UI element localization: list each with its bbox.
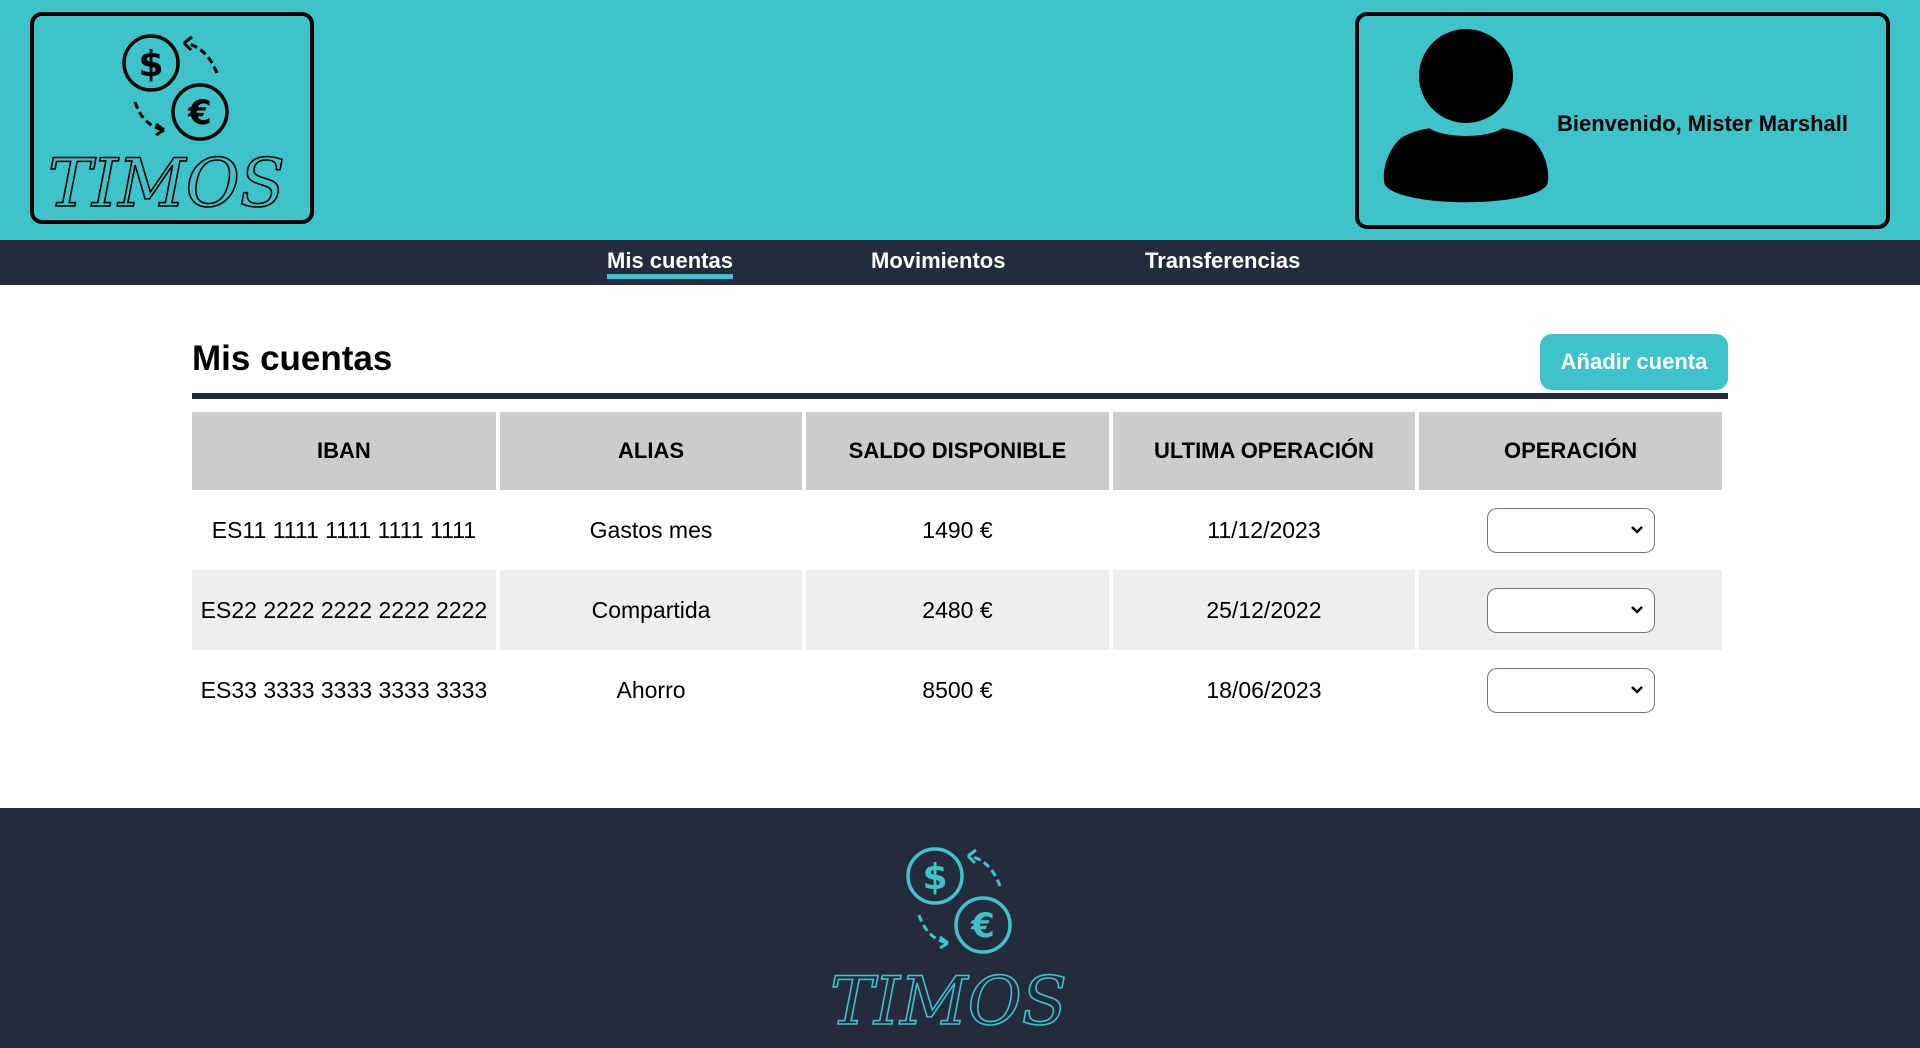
page-title: Mis cuentas — [192, 339, 393, 378]
cell-saldo: 8500 € — [922, 676, 993, 703]
welcome-message: Bienvenido, Mister Marshall — [1557, 111, 1848, 136]
title-divider — [192, 393, 1728, 399]
cell-ultima-operacion: 18/06/2023 — [1206, 676, 1322, 703]
cell-iban: ES22 2222 2222 2222 2222 — [192, 570, 496, 650]
column-header-ultima-operacion: ULTIMA OPERACIÓN — [1112, 412, 1416, 490]
footer-brand-wordmark: TIMOS — [830, 963, 1067, 1038]
table-header-row: IBAN ALIAS SALDO DISPONIBLE ULTIMA OPERA… — [192, 412, 1722, 490]
operation-select[interactable] — [1486, 507, 1655, 553]
nav-item-mis-cuentas[interactable]: Mis cuentas — [607, 248, 733, 279]
table-row: ES33 3333 3333 3333 3333 Ahorro 8500 € 1… — [192, 650, 1722, 730]
footer-logo: $ € TIMOS — [829, 847, 1068, 1038]
nav-item-transferencias[interactable]: Transferencias — [1145, 248, 1300, 274]
svg-text:$: $ — [138, 44, 163, 85]
svg-text:€: € — [187, 93, 212, 133]
column-header-alias: ALIAS — [499, 412, 803, 490]
svg-text:$: $ — [922, 857, 947, 898]
svg-text:€: € — [970, 906, 995, 946]
cell-saldo: 1490 € — [922, 516, 993, 543]
column-header-iban: IBAN — [192, 412, 496, 490]
currency-exchange-icon: $ € — [906, 847, 1012, 954]
cell-operacion — [1419, 570, 1722, 650]
user-silhouette-icon[interactable] — [1381, 28, 1551, 210]
cell-saldo: 2480 € — [806, 570, 1109, 650]
cell-ultima-operacion: 25/12/2022 — [1112, 570, 1416, 650]
user-panel: Bienvenido, Mister Marshall — [1355, 12, 1890, 229]
cell-operacion — [1419, 490, 1722, 570]
cell-iban: ES11 1111 1111 1111 1111 — [211, 516, 477, 543]
column-header-operacion: OPERACIÓN — [1419, 412, 1722, 490]
operation-select[interactable] — [1486, 667, 1655, 713]
cell-operacion — [1419, 650, 1722, 730]
table-row: ES11 1111 1111 1111 1111 Gastos mes 1490… — [192, 490, 1722, 570]
cell-alias: Ahorro — [616, 676, 686, 703]
cell-ultima-operacion: 11/12/2023 — [1207, 516, 1321, 543]
operation-select[interactable] — [1486, 587, 1655, 633]
main-nav: Mis cuentas Movimientos Transferencias — [0, 240, 1920, 285]
add-account-button[interactable]: Añadir cuenta — [1540, 334, 1728, 390]
chevron-down-icon — [1630, 685, 1643, 694]
logo[interactable]: $ € TIMOS — [30, 12, 314, 224]
cell-iban: ES33 3333 3333 3333 3333 — [200, 676, 488, 703]
cell-alias: Gastos mes — [589, 516, 713, 543]
footer: $ € TIMOS — [0, 808, 1920, 1048]
chevron-down-icon — [1630, 605, 1643, 614]
chevron-down-icon — [1630, 525, 1643, 534]
table-row: ES22 2222 2222 2222 2222 Compartida 2480… — [192, 570, 1722, 650]
header: $ € TIMOS Bienvenido, Mister Marshall — [0, 0, 1920, 240]
nav-item-movimientos[interactable]: Movimientos — [871, 248, 1005, 274]
cell-alias: Compartida — [499, 570, 803, 650]
column-header-saldo: SALDO DISPONIBLE — [806, 412, 1109, 490]
accounts-table: IBAN ALIAS SALDO DISPONIBLE ULTIMA OPERA… — [188, 412, 1726, 730]
brand-wordmark: TIMOS — [48, 145, 285, 220]
currency-exchange-icon: $ € TIMOS — [47, 34, 286, 220]
